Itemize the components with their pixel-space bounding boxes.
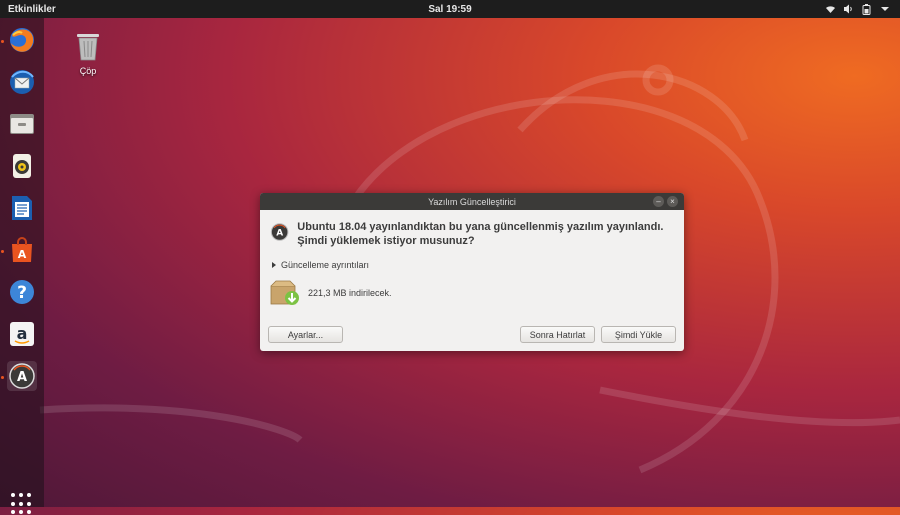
dialog-titlebar[interactable]: Yazılım Güncelleştirici – ×	[260, 193, 684, 210]
wifi-icon[interactable]	[825, 4, 836, 15]
trash-label: Çöp	[79, 66, 97, 76]
dock-help[interactable]: ?	[7, 277, 37, 307]
dropdown-arrow-icon[interactable]	[879, 4, 890, 15]
rhythmbox-icon	[13, 154, 31, 178]
remind-later-button[interactable]: Sonra Hatırlat	[520, 326, 595, 343]
install-now-button[interactable]: Şimdi Yükle	[601, 326, 676, 343]
dock: A ? a A	[0, 18, 44, 515]
apps-grid-icon[interactable]	[11, 493, 33, 515]
amazon-icon: a	[10, 322, 34, 346]
software-updater-icon: A	[9, 363, 35, 389]
top-bar: Etkinlikler Sal 19:59	[0, 0, 900, 18]
files-icon	[10, 114, 34, 134]
system-tray[interactable]	[825, 3, 900, 15]
dock-amazon[interactable]: a	[7, 319, 37, 349]
firefox-icon	[10, 28, 34, 52]
svg-text:?: ?	[17, 283, 27, 303]
volume-icon[interactable]	[843, 4, 854, 15]
svg-text:a: a	[17, 324, 28, 343]
svg-text:A: A	[17, 370, 27, 385]
trash-icon	[77, 34, 99, 61]
thunderbird-icon	[10, 70, 34, 94]
package-download-icon	[270, 280, 299, 305]
running-indicator	[1, 250, 4, 253]
dock-ubuntu-software[interactable]: A	[7, 235, 37, 265]
update-details-label: Güncelleme ayrıntıları	[281, 260, 370, 270]
dock-writer[interactable]	[7, 193, 37, 223]
running-indicator	[1, 40, 4, 43]
writer-icon	[12, 196, 32, 220]
settings-button[interactable]: Ayarlar...	[268, 326, 343, 343]
dock-thunderbird[interactable]	[7, 67, 37, 97]
svg-text:A: A	[276, 228, 283, 238]
dock-files[interactable]	[7, 109, 37, 139]
software-updater-dialog: Yazılım Güncelleştirici – × A Ubuntu 18.…	[260, 193, 684, 351]
software-bag-icon: A	[12, 237, 32, 262]
svg-text:A: A	[18, 248, 27, 261]
running-indicator	[1, 376, 4, 379]
dialog-title: Yazılım Güncelleştirici	[428, 196, 516, 207]
dock-software-updater[interactable]: A	[7, 361, 37, 391]
minimize-icon[interactable]: –	[653, 196, 664, 207]
clock[interactable]: Sal 19:59	[428, 4, 471, 15]
update-message: Ubuntu 18.04 yayınlandıktan bu yana günc…	[297, 221, 664, 247]
battery-icon[interactable]	[861, 3, 872, 15]
dock-firefox[interactable]	[7, 25, 37, 55]
close-icon[interactable]: ×	[667, 196, 678, 207]
download-size-text: 221,3 MB indirilecek.	[308, 288, 392, 298]
expander-arrow-icon	[272, 262, 276, 268]
help-icon: ?	[10, 280, 34, 304]
dock-rhythmbox[interactable]	[7, 151, 37, 181]
activities-button[interactable]: Etkinlikler	[0, 4, 56, 15]
desktop-trash[interactable]: Çöp	[70, 30, 106, 76]
software-updater-icon: A	[270, 223, 289, 241]
update-details-expander[interactable]: Güncelleme ayrıntıları	[270, 260, 674, 270]
